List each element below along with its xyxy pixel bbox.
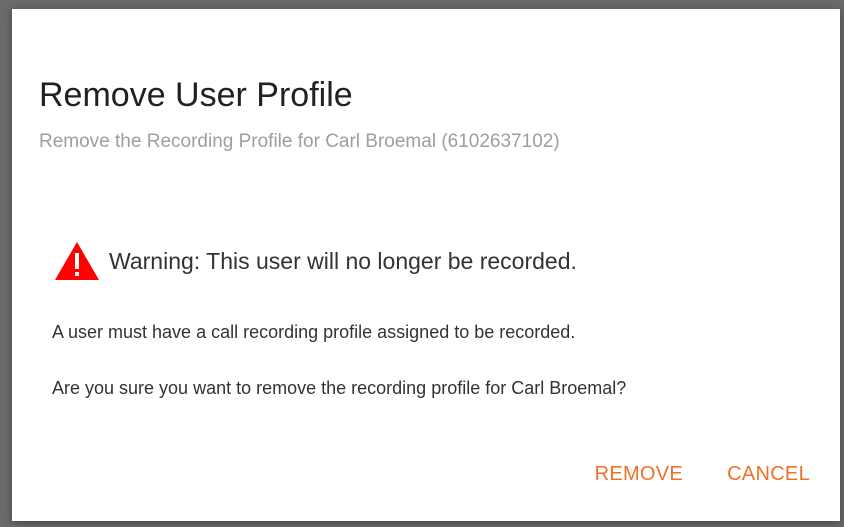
warning-message: Warning: This user will no longer be rec… [53, 239, 577, 283]
cancel-button[interactable]: CANCEL [727, 461, 810, 487]
confirm-question: Are you sure you want to remove the reco… [52, 378, 627, 398]
dialog-actions: REMOVE CANCEL [595, 461, 810, 487]
remove-user-profile-dialog: Remove User Profile Remove the Recording… [12, 9, 840, 521]
warning-triangle-icon [53, 240, 101, 282]
dialog-subtitle: Remove the Recording Profile for Carl Br… [39, 131, 560, 152]
remove-button[interactable]: REMOVE [595, 461, 683, 487]
warning-text: Warning: This user will no longer be rec… [109, 248, 577, 274]
info-paragraph: A user must have a call recording profil… [52, 322, 576, 342]
dialog-title: Remove User Profile [39, 76, 353, 114]
